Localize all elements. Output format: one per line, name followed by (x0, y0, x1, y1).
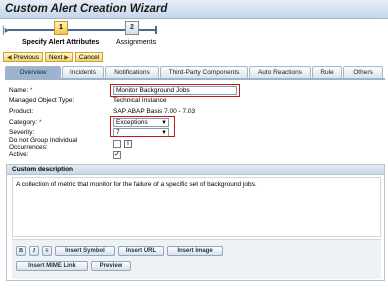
category-severity-highlight-box (110, 116, 175, 137)
managed-object-type-row: Managed Object Type: Technical Instance (9, 96, 166, 105)
chevron-right-icon: ▶ (64, 54, 69, 61)
preview-button[interactable]: Preview (91, 261, 131, 271)
roadmap-step-1-label[interactable]: Specify Alert Attributes (22, 39, 99, 46)
active-row: Active: ✓ (9, 150, 121, 159)
category-label: Category: * (9, 119, 42, 126)
active-label: Active: (9, 151, 29, 158)
name-label: Name: * (9, 87, 33, 94)
cancel-button-label: Cancel (78, 53, 100, 61)
tab-notifications[interactable]: Notifications (105, 66, 159, 78)
active-checkbox[interactable]: ✓ (113, 150, 121, 159)
product-label: Product: (9, 108, 34, 115)
next-button-label: Next (48, 53, 63, 61)
chevron-left-icon: ◀ (7, 54, 12, 61)
custom-description-panel: Custom description A collection of metri… (6, 164, 385, 281)
description-toolbar: B I ≡ Insert Symbol Insert URL Insert Im… (12, 239, 381, 279)
custom-description-header: Custom description (7, 165, 384, 175)
tab-others[interactable]: Others (343, 66, 383, 78)
tab-third-party-components[interactable]: Third-Party Components (160, 66, 248, 78)
tab-overview[interactable]: Overview (5, 66, 61, 78)
previous-button-label: Previous (13, 53, 39, 61)
toolbar-row-1: B I ≡ Insert Symbol Insert URL Insert Im… (16, 246, 223, 256)
tab-rule[interactable]: Rule (312, 66, 342, 78)
insert-url-button[interactable]: Insert URL (118, 246, 164, 256)
roadmap-step-1[interactable]: 1 (54, 21, 68, 35)
no-group-checkbox[interactable] (113, 139, 121, 148)
insert-symbol-button[interactable]: Insert Symbol (55, 246, 115, 256)
roadmap-step-2[interactable]: 2 (125, 21, 139, 35)
no-group-label: Do not Group Individual Occurrences: (9, 136, 78, 151)
italic-button[interactable]: I (29, 246, 39, 256)
bold-button[interactable]: B (16, 246, 26, 256)
wizard-nav-buttons: ◀ Previous Next ▶ Cancel (3, 52, 104, 63)
tab-auto-reactions[interactable]: Auto Reactions (249, 66, 311, 78)
severity-label: Severity: (9, 129, 35, 136)
name-highlight-box (110, 84, 240, 97)
tab-incidents[interactable]: Incidents (62, 66, 104, 78)
insert-mime-link-button[interactable]: Insert MIME Link (16, 261, 88, 271)
list-button[interactable]: ≡ (42, 246, 52, 256)
managed-object-type-value: Technical Instance (113, 97, 167, 104)
managed-object-type-label: Managed Object Type: (9, 97, 75, 104)
tab-underline (5, 78, 385, 80)
window-title-bar: Custom Alert Creation Wizard (0, 0, 388, 19)
insert-image-button[interactable]: Insert Image (167, 246, 223, 256)
tab-strip: Overview Incidents Notifications Third-P… (5, 66, 384, 78)
roadmap-end-icon (155, 26, 157, 34)
wizard-roadmap: |▸ 1 2 Specify Alert Attributes Assignme… (0, 19, 388, 51)
product-value: SAP ABAP Basis 7.00 - 7.03 (113, 108, 196, 115)
next-button[interactable]: Next ▶ (44, 52, 73, 62)
toolbar-row-2: Insert MIME Link Preview (16, 261, 131, 271)
previous-button[interactable]: ◀ Previous (3, 52, 43, 62)
product-row: Product: SAP ABAP Basis 7.00 - 7.03 (9, 107, 195, 116)
info-icon[interactable]: i (124, 139, 132, 148)
cancel-button[interactable]: Cancel (74, 52, 104, 62)
window-title: Custom Alert Creation Wizard (5, 3, 168, 15)
custom-description-textarea[interactable]: A collection of metric that monitor for … (12, 177, 381, 237)
no-group-row: Do not Group Individual Occurrences: i (9, 136, 132, 151)
roadmap-step-2-label[interactable]: Assignments (116, 39, 156, 46)
